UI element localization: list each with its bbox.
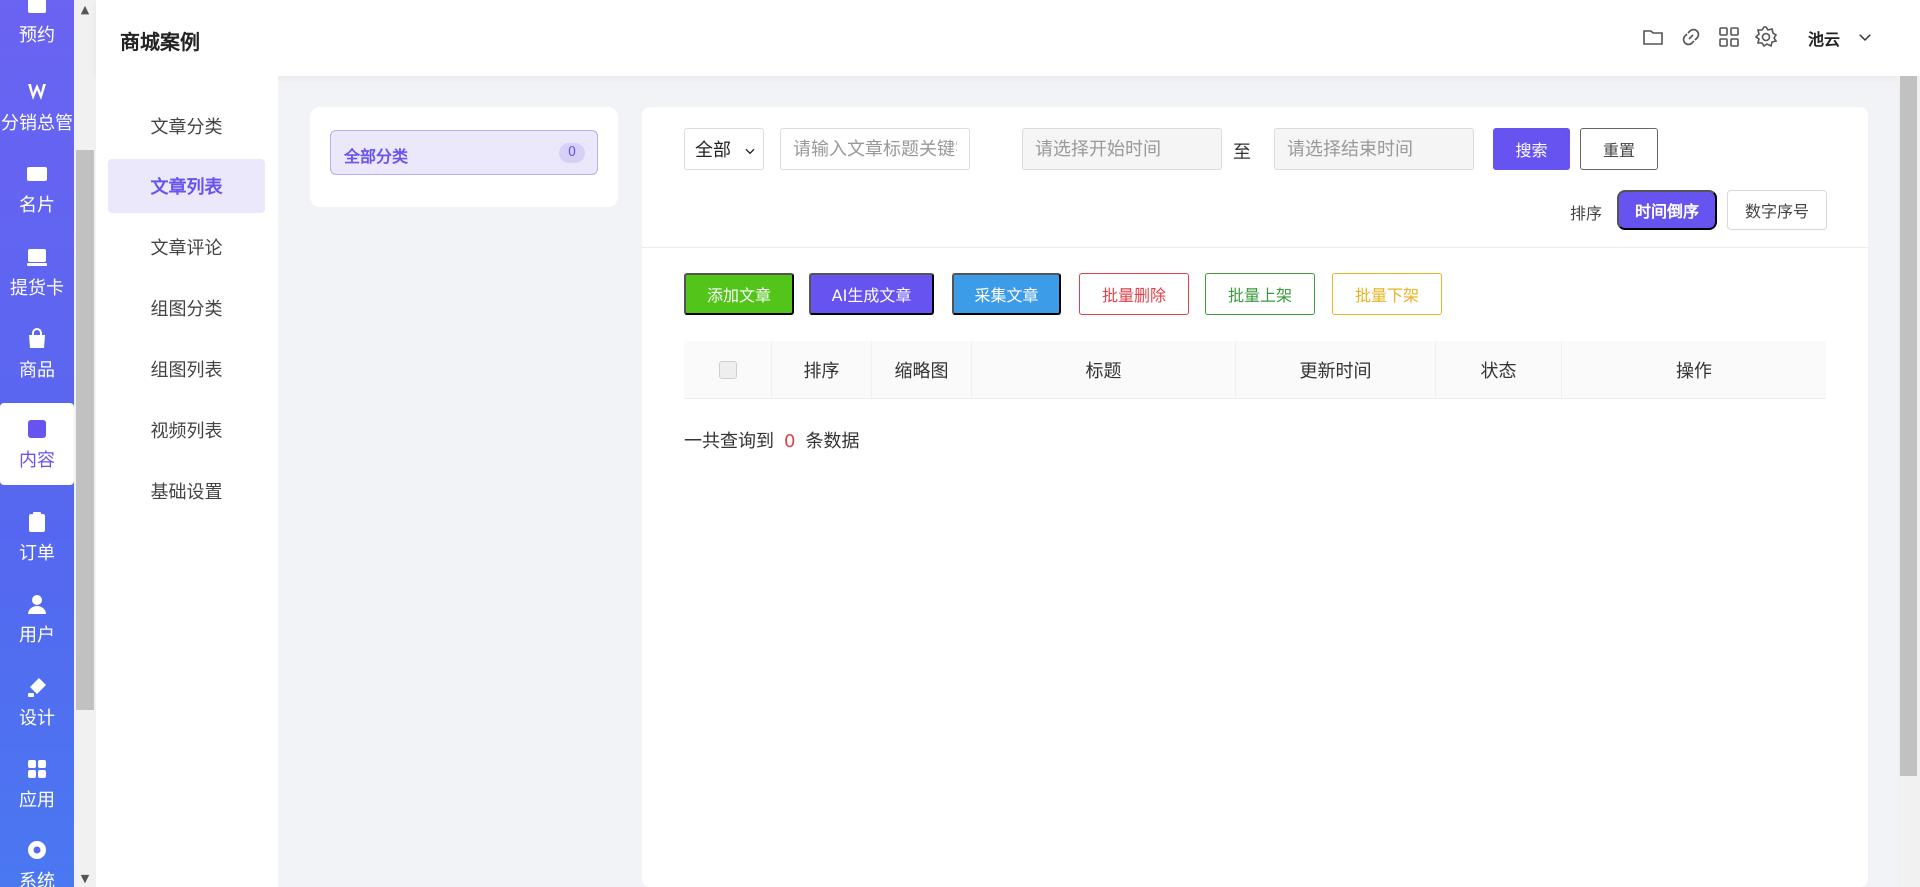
scroll-thumb[interactable] — [76, 150, 94, 710]
column-thumbnail: 缩略图 — [872, 341, 972, 399]
category-panel: 全部分类 0 — [310, 107, 618, 207]
header-checkbox-cell — [684, 341, 772, 399]
nav-item-design[interactable]: 设计 — [0, 661, 74, 743]
nav-item-goods[interactable]: 商品 — [0, 313, 74, 395]
submenu-article-comments[interactable]: 文章评论 — [108, 220, 265, 274]
nav-item-card[interactable]: 名片 — [0, 148, 74, 230]
range-separator: 至 — [1233, 142, 1251, 163]
nav-label: 提货卡 — [10, 277, 64, 299]
end-time-input[interactable] — [1274, 128, 1474, 170]
nav-label: 内容 — [19, 449, 55, 471]
nav-label: 名片 — [19, 194, 55, 216]
nav-item-content[interactable]: 内容 — [0, 403, 74, 485]
calendar-icon — [25, 0, 49, 16]
article-list-panel: 全部 至 搜索 重置 排序 时间倒序 数字序号 添加文章 AI生成文章 采集文章… — [642, 107, 1868, 887]
status-select-value: 全部 — [695, 140, 731, 161]
column-actions: 操作 — [1676, 361, 1712, 382]
submenu-gallery-list[interactable]: 组图列表 — [108, 342, 265, 396]
reset-button[interactable]: 重置 — [1580, 128, 1658, 170]
card-icon — [25, 162, 49, 186]
clipboard-icon — [25, 510, 49, 534]
left-nav: 预约 分销总管 名片 提货卡 商品 内容 订单 用户 设计 应用 系统 — [0, 0, 74, 887]
search-button[interactable]: 搜索 — [1493, 128, 1570, 170]
add-article-button[interactable]: 添加文章 — [684, 273, 794, 315]
column-status: 状态 — [1436, 341, 1562, 399]
nav-label: 系统 — [19, 870, 55, 887]
nav-label: 订单 — [19, 542, 55, 564]
scroll-thumb[interactable] — [1900, 76, 1917, 776]
scroll-down-arrow[interactable]: ▼ — [74, 869, 96, 887]
result-count: 0 — [784, 431, 796, 452]
ai-generate-button[interactable]: AI生成文章 — [809, 273, 934, 315]
brush-icon — [25, 675, 49, 699]
nav-label: 应用 — [19, 789, 55, 811]
chevron-down-icon — [743, 142, 757, 156]
column-updated-time: 更新时间 — [1236, 341, 1436, 399]
column-title: 标题 — [972, 341, 1236, 399]
submenu-video-list[interactable]: 视频列表 — [108, 403, 265, 457]
submenu-article-list[interactable]: 文章列表 — [108, 159, 265, 213]
sort-number-button[interactable]: 数字序号 — [1727, 190, 1827, 230]
nav-label: 商品 — [19, 359, 55, 381]
top-header: 商城案例 池云 — [96, 0, 1920, 76]
nav-item-system[interactable]: 系统 — [0, 824, 74, 887]
nav-label: 用户 — [19, 624, 55, 646]
divider — [642, 247, 1868, 248]
user-icon — [25, 592, 49, 616]
status-select[interactable]: 全部 — [684, 128, 764, 170]
category-all-item[interactable]: 全部分类 0 — [330, 130, 598, 175]
scroll-up-arrow[interactable]: ▲ — [74, 0, 96, 18]
column-sort: 排序 — [772, 341, 872, 399]
nav-label: 设计 — [19, 707, 55, 729]
nav-item-distribution[interactable]: 分销总管 — [0, 66, 74, 148]
select-all-checkbox[interactable] — [718, 361, 737, 379]
result-prefix: 一共查询到 — [684, 431, 774, 452]
keyword-search-input[interactable] — [780, 128, 970, 170]
result-summary: 一共查询到 0 条数据 — [684, 427, 859, 453]
grid-icon[interactable] — [1716, 24, 1742, 50]
batch-publish-button[interactable]: 批量上架 — [1205, 273, 1315, 315]
content-icon — [25, 417, 49, 441]
nav-item-pickup-card[interactable]: 提货卡 — [0, 231, 74, 313]
collect-article-button[interactable]: 采集文章 — [952, 273, 1061, 315]
distribution-icon — [25, 80, 49, 104]
content-submenu: 文章分类 文章列表 文章评论 组图分类 组图列表 视频列表 基础设置 — [96, 76, 278, 887]
start-time-input[interactable] — [1022, 128, 1222, 170]
table-header: 排序 缩略图 标题 更新时间 状态 操作 — [684, 341, 1826, 399]
submenu-basic-settings[interactable]: 基础设置 — [108, 464, 265, 518]
category-all-label: 全部分类 — [344, 147, 409, 166]
nav-item-users[interactable]: 用户 — [0, 578, 74, 660]
folder-icon[interactable] — [1640, 24, 1666, 50]
app-title: 商城案例 — [120, 30, 200, 54]
result-suffix: 条数据 — [805, 431, 860, 452]
pickup-card-icon — [25, 245, 49, 269]
chevron-down-icon[interactable] — [1856, 28, 1874, 46]
user-name[interactable]: 池云 — [1808, 26, 1840, 50]
gear-icon — [25, 838, 49, 862]
category-count-badge: 0 — [559, 143, 585, 163]
submenu-gallery-category[interactable]: 组图分类 — [108, 281, 265, 335]
bag-icon — [25, 327, 49, 351]
sort-time-desc-button[interactable]: 时间倒序 — [1617, 190, 1717, 230]
apps-icon — [25, 757, 49, 781]
link-icon[interactable] — [1678, 24, 1704, 50]
submenu-article-category[interactable]: 文章分类 — [108, 99, 265, 153]
batch-unpublish-button[interactable]: 批量下架 — [1332, 273, 1442, 315]
nav-item-orders[interactable]: 订单 — [0, 496, 74, 578]
nav-item-apps[interactable]: 应用 — [0, 743, 74, 825]
nav-label: 预约 — [19, 24, 55, 46]
page-scrollbar[interactable] — [1897, 76, 1920, 887]
batch-delete-button[interactable]: 批量删除 — [1079, 273, 1189, 315]
gear-icon[interactable] — [1753, 24, 1779, 50]
nav-label: 分销总管 — [1, 112, 73, 134]
sort-label: 排序 — [1570, 204, 1603, 223]
nav-scrollbar[interactable]: ▲ ▼ — [74, 0, 96, 887]
nav-item-booking[interactable]: 预约 — [0, 0, 74, 60]
